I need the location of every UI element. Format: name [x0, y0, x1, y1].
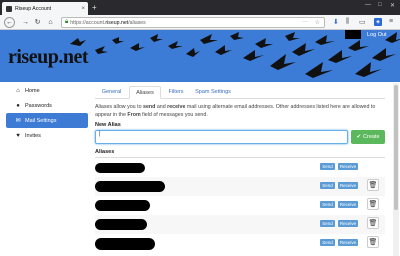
new-tab-button[interactable]: + — [92, 3, 97, 13]
tab-aliases[interactable]: Aliases — [129, 86, 161, 99]
trash-icon: 🗑︎ — [368, 220, 378, 227]
send-badge: Send — [320, 239, 335, 246]
alias-row: Send Receive — [95, 158, 385, 177]
alias-row: Send Receive 🗑︎ — [95, 177, 385, 196]
aliases-list: Send Receive Send Receive 🗑︎ Send Receiv… — [95, 158, 385, 253]
scrollbar-thumb[interactable] — [394, 85, 398, 210]
sidebar-item-mail-settings[interactable]: ✉ Mail Settings — [6, 113, 88, 128]
riseup-favicon — [6, 5, 12, 12]
url-text: https://account.riseup.net/aliases — [70, 19, 146, 26]
receive-badge: Receive — [338, 182, 358, 189]
check-icon: ✔ — [356, 134, 362, 140]
redacted-alias — [95, 219, 147, 230]
receive-badge: Receive — [338, 239, 358, 246]
download-icon[interactable]: ⬇ — [333, 18, 339, 26]
receive-badge: Receive — [338, 201, 358, 208]
logout-link[interactable]: Log Out — [367, 32, 387, 38]
page-scrollbar[interactable] — [393, 83, 399, 256]
main-content: General Aliases Filters Spam Settings Al… — [95, 83, 385, 253]
delete-alias-button[interactable]: 🗑︎ — [367, 198, 379, 210]
lock-icon: 🔒︎ — [65, 19, 69, 25]
trash-icon: 🗑︎ — [368, 239, 378, 246]
heart-icon: ♥ — [16, 132, 20, 139]
close-tab-icon[interactable]: × — [81, 6, 85, 12]
extension-icon[interactable]: ◈ — [374, 18, 382, 26]
new-alias-label: New Alias — [95, 122, 121, 128]
redacted-alias — [95, 163, 145, 173]
sidebar-item-invites[interactable]: ♥ Invites — [6, 128, 88, 143]
mail-icon: ✉ — [15, 118, 21, 124]
new-alias-input[interactable]: | — [95, 130, 348, 144]
browser-tab-strip: Riseup Account × + — □ ✕ — [0, 0, 400, 15]
browser-nav-bar: ← → ↻ ⌂ 🔒︎ https://account.riseup.net/al… — [0, 15, 400, 30]
menu-icon[interactable]: ≡ — [389, 18, 393, 25]
sidebar-item-label: Passwords — [25, 102, 52, 109]
alias-row: Send Receive 🗑︎ — [95, 196, 385, 215]
bookmark-star-icon[interactable]: ☆ — [315, 19, 320, 26]
sidebar-icon[interactable]: ▭ — [359, 18, 366, 26]
home-icon: ⌂ — [16, 87, 20, 94]
forward-arrow-icon[interactable]: → — [21, 18, 30, 27]
aliases-description: Aliases allow you to send and receive ma… — [95, 104, 376, 118]
riseup-logo[interactable]: riseup.net — [8, 46, 89, 69]
delete-alias-button[interactable]: 🗑︎ — [367, 179, 379, 191]
alias-row: Send Receive 🗑︎ — [95, 234, 385, 253]
minimize-icon[interactable]: — — [365, 2, 371, 8]
sidebar-item-label: Invites — [25, 132, 41, 139]
trash-icon: 🗑︎ — [368, 182, 378, 189]
aliases-heading: Aliases — [95, 149, 385, 158]
url-bar[interactable]: 🔒︎ https://account.riseup.net/aliases ··… — [61, 17, 325, 28]
redacted-alias — [95, 200, 150, 211]
site-header: riseup.net Log Out — [0, 30, 400, 82]
tab-filters[interactable]: Filters — [162, 86, 190, 99]
alias-row: Send Receive 🗑︎ — [95, 215, 385, 234]
send-badge: Send — [320, 220, 335, 227]
send-badge: Send — [320, 201, 335, 208]
send-badge: Send — [320, 163, 335, 170]
redacted-alias — [95, 181, 165, 192]
back-arrow-icon[interactable]: ← — [4, 17, 15, 28]
tab-general[interactable]: General — [95, 86, 128, 99]
sidebar-item-label: Home — [25, 87, 40, 94]
page-actions-icon[interactable]: ··· — [302, 19, 308, 25]
create-button[interactable]: ✔ Create — [351, 130, 385, 144]
reload-icon[interactable]: ↻ — [33, 18, 42, 27]
sidebar-item-passwords[interactable]: ● Passwords — [6, 98, 88, 113]
tab-spam-settings[interactable]: Spam Settings — [191, 86, 235, 99]
send-badge: Send — [320, 182, 335, 189]
close-window-icon[interactable]: ✕ — [390, 2, 395, 9]
receive-badge: Receive — [338, 163, 358, 170]
library-icon[interactable]: ⫼ — [346, 18, 349, 26]
new-alias-row: | ✔ Create — [95, 130, 385, 144]
browser-tab[interactable]: Riseup Account × — [2, 2, 88, 15]
receive-badge: Receive — [338, 220, 358, 227]
home-icon[interactable]: ⌂ — [46, 18, 55, 27]
settings-tabs: General Aliases Filters Spam Settings — [95, 83, 385, 99]
maximize-icon[interactable]: □ — [378, 2, 382, 8]
delete-alias-button[interactable]: 🗑︎ — [367, 236, 379, 248]
sidebar-nav: ⌂ Home ● Passwords ✉ Mail Settings ♥ Inv… — [6, 83, 88, 143]
delete-alias-button[interactable]: 🗑︎ — [367, 217, 379, 229]
redacted-username — [345, 30, 361, 39]
redacted-alias — [95, 238, 155, 250]
user-icon: ● — [16, 102, 20, 109]
tab-title: Riseup Account — [15, 5, 52, 12]
sidebar-item-home[interactable]: ⌂ Home — [6, 83, 88, 98]
trash-icon: 🗑︎ — [368, 201, 378, 208]
sidebar-item-label: Mail Settings — [25, 117, 57, 124]
